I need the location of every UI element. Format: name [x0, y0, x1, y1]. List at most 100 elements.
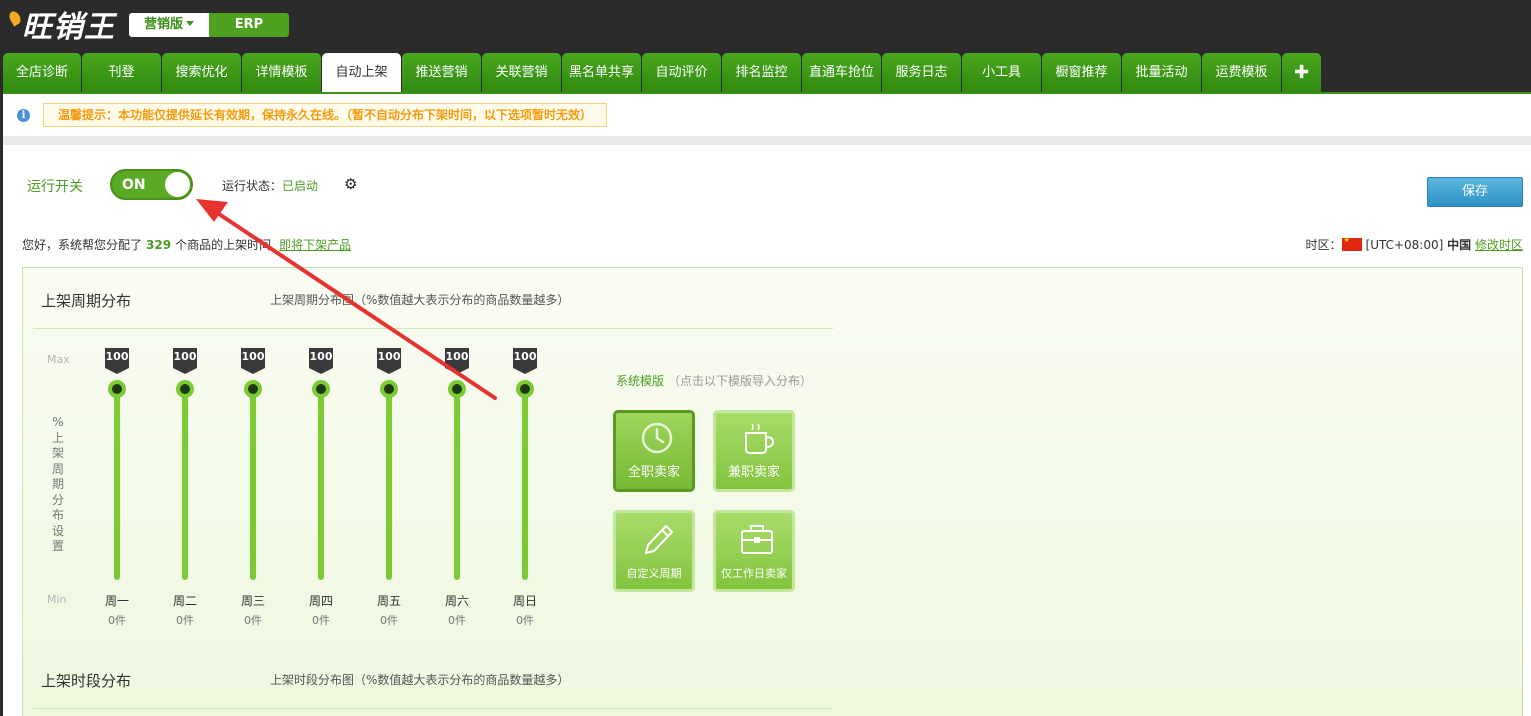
divider [3, 136, 1531, 145]
timezone-country: 中国 [1447, 238, 1472, 252]
caret-down-icon [186, 21, 194, 26]
clock-icon [641, 422, 673, 454]
template-label: 兼职卖家 [727, 465, 780, 480]
template-label: 仅工作日卖家 [721, 567, 787, 580]
main-tab-bar: 全店诊断 刊登 搜索优化 详情模板 自动上架 推送营销 关联营销 黑名单共享 自动评价 排名监控直… [3, 53, 1322, 92]
weekday-slider: 100 周二 0件 [165, 348, 205, 628]
tab-10[interactable]: 直通车抢位 [802, 53, 881, 92]
time-section-subtitle: 上架时段分布图（%数值越大表示分布的商品数量越多） [270, 673, 570, 687]
template-label: 自定义周期 [626, 567, 682, 580]
summary-count: 329 [146, 238, 172, 252]
week-section-title: 上架周期分布 [41, 292, 132, 310]
brand-logo-text: 旺销王 [22, 10, 115, 45]
y-axis-title: %上架周期分布设置 [51, 415, 64, 553]
tab-5[interactable]: 推送营销 [402, 53, 481, 92]
time-section-title: 上架时段分布 [41, 672, 132, 690]
toggle-knob[interactable] [165, 172, 190, 197]
tab-11[interactable]: 服务日志 [882, 53, 961, 92]
tab-13[interactable]: 橱窗推荐 [1042, 53, 1121, 92]
info-icon: i [17, 109, 30, 122]
slider-value-tag: 100 [241, 348, 265, 374]
erp-edition-button[interactable]: ERP [209, 13, 289, 37]
run-status-label: 运行状态： [222, 179, 283, 193]
y-axis-max-label: Max [47, 353, 70, 366]
slider-value-tag: 100 [445, 348, 469, 374]
run-status-value: 已启动 [282, 179, 319, 193]
slider-value-tag: 100 [173, 348, 197, 374]
run-status: 运行状态：已启动 [222, 177, 318, 194]
notice-bar: i 温馨提示：本功能仅提供延长有效期，保持永久在线。（暂不自动分布下架时间，以下… [3, 92, 1531, 136]
slider-handle[interactable] [380, 380, 398, 398]
slider-value-tag: 100 [513, 348, 537, 374]
notice-tip: 温馨提示：本功能仅提供延长有效期，保持永久在线。（暂不自动分布下架时间，以下选项… [43, 103, 608, 127]
slider-track[interactable] [114, 386, 120, 580]
tab-0[interactable]: 全店诊断 [3, 53, 81, 92]
run-toggle[interactable]: ON [110, 169, 193, 200]
slider-track[interactable] [318, 386, 324, 580]
flame-icon [7, 9, 23, 27]
weekday-label: 周六 [444, 594, 469, 608]
distribution-panel: 上架周期分布 上架周期分布图（%数值越大表示分布的商品数量越多） Max Min… [22, 267, 1523, 716]
slider-track[interactable] [454, 386, 460, 580]
weekday-count: 0件 [448, 614, 466, 627]
weekday-slider: 100 周一 0件 [97, 348, 137, 628]
tab-2[interactable]: 搜索优化 [162, 53, 241, 92]
summary-prefix: 您好，系统帮您分配了 [22, 238, 143, 252]
slider-handle[interactable] [176, 380, 194, 398]
slider-handle[interactable] [516, 380, 534, 398]
template-label: 全职卖家 [627, 465, 680, 480]
tab-3[interactable]: 详情模板 [242, 53, 321, 92]
weekday-label: 周三 [240, 594, 265, 608]
run-switch-label: 运行开关 [27, 179, 83, 195]
change-timezone-link[interactable]: 修改时区 [1475, 238, 1523, 252]
tab-12[interactable]: 小工具 [962, 53, 1041, 92]
weekday-count: 0件 [312, 614, 330, 627]
slider-track[interactable] [522, 386, 528, 580]
weekday-slider: 100 周四 0件 [301, 348, 341, 628]
tab-14[interactable]: 批量活动 [1122, 53, 1201, 92]
save-button[interactable]: 保存 [1427, 177, 1523, 207]
slider-track[interactable] [386, 386, 392, 580]
marketing-edition-dropdown[interactable]: 营销版 [129, 13, 209, 37]
weekday-slider: 100 周五 0件 [369, 348, 409, 628]
template-full-time-seller[interactable]: 全职卖家 [613, 410, 695, 492]
weekday-slider: 100 周六 0件 [437, 348, 477, 628]
tab-1[interactable]: 刊登 [82, 53, 161, 92]
add-tab-button[interactable]: ✚ [1282, 53, 1321, 92]
gear-icon[interactable]: ⚙ [344, 175, 357, 193]
weekday-label: 周二 [172, 594, 197, 608]
upcoming-delist-link[interactable]: 即将下架产品 [279, 238, 351, 252]
top-bar: 旺销王 营销版 ERP [0, 0, 1531, 53]
tab-7[interactable]: 黑名单共享 [562, 53, 641, 92]
template-part-time-seller[interactable]: 兼职卖家 [713, 410, 795, 492]
tab-4[interactable]: 自动上架 [322, 53, 401, 92]
tab-8[interactable]: 自动评价 [642, 53, 721, 92]
briefcase-icon [741, 525, 773, 554]
china-flag-icon [1341, 236, 1362, 251]
templates-title-text: 系统模版 [616, 374, 665, 388]
slider-value-tag: 100 [377, 348, 401, 374]
template-weekday-seller[interactable]: 仅工作日卖家 [713, 510, 795, 592]
weekday-slider: 100 周日 0件 [505, 348, 545, 628]
slider-track[interactable] [250, 386, 256, 580]
templates-title: 系统模版 （点击以下模版导入分布） [616, 372, 812, 389]
slider-track[interactable] [182, 386, 188, 580]
brand-logo[interactable]: 旺销王 [7, 2, 115, 45]
y-axis-min-label: Min [47, 593, 67, 606]
tab-6[interactable]: 关联营销 [482, 53, 561, 92]
slider-handle[interactable] [108, 380, 126, 398]
tab-15[interactable]: 运费模板 [1202, 53, 1281, 92]
toggle-on-text: ON [122, 177, 146, 193]
section-divider [33, 328, 833, 329]
marketing-edition-label: 营销版 [143, 17, 183, 32]
slider-handle[interactable] [448, 380, 466, 398]
weekday-label: 周一 [104, 594, 129, 608]
tab-9[interactable]: 排名监控 [722, 53, 801, 92]
slider-handle[interactable] [244, 380, 262, 398]
section-divider [33, 708, 833, 709]
template-custom-cycle[interactable]: 自定义周期 [613, 510, 695, 592]
slider-handle[interactable] [312, 380, 330, 398]
templates-hint: （点击以下模版导入分布） [668, 374, 813, 388]
weekday-label: 周四 [308, 594, 333, 608]
timezone-label: 时区： [1305, 238, 1342, 252]
